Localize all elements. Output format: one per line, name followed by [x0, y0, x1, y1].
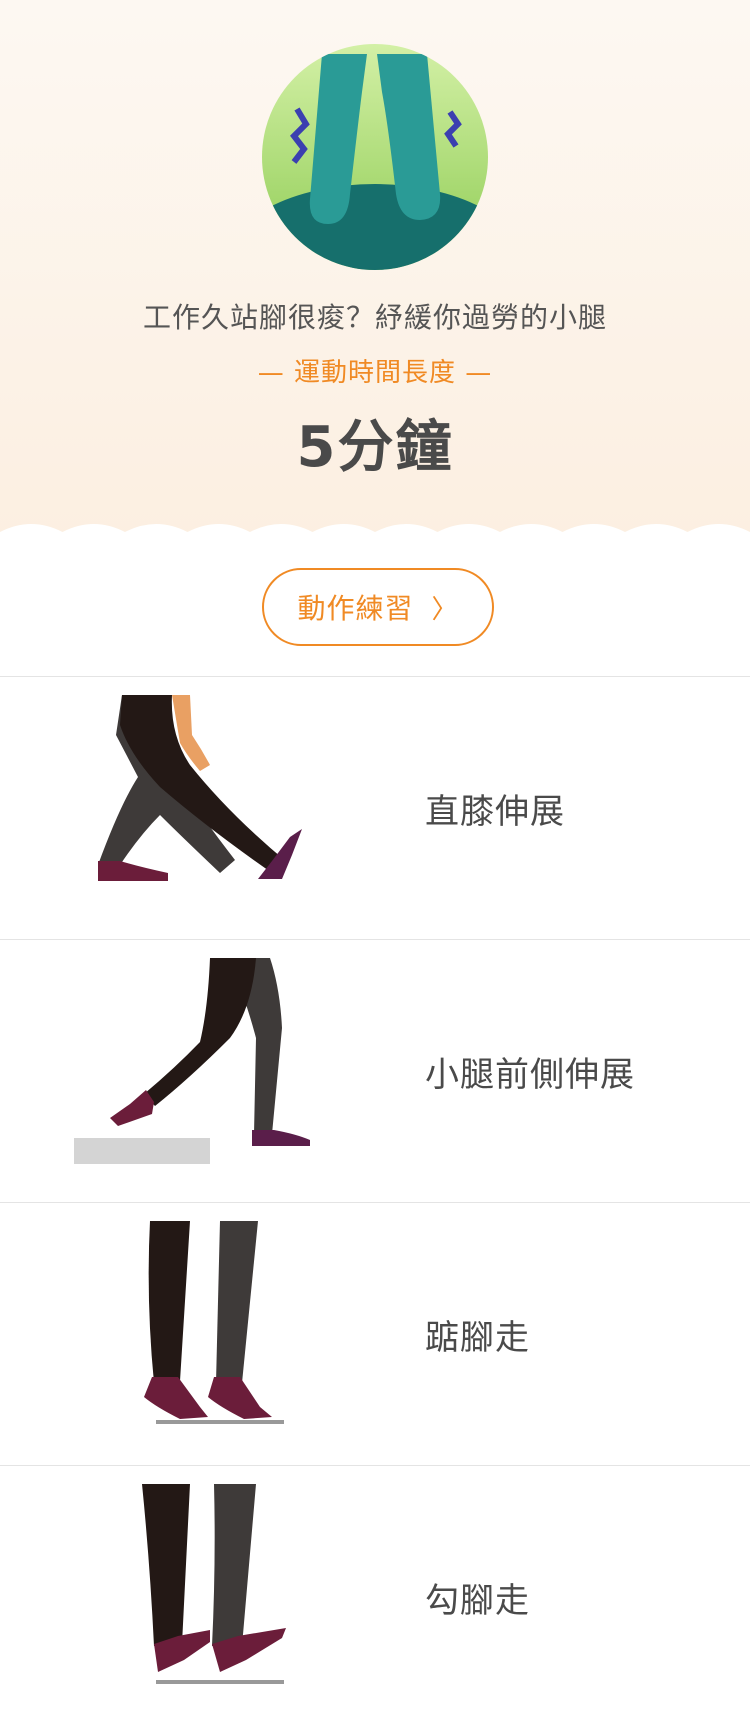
sore-calves-icon: [262, 44, 488, 270]
duration-label: — 運動時間長度 —: [257, 358, 493, 388]
straight-knee-stretch-illustration: [98, 695, 302, 881]
heel-walk-illustration: [142, 1484, 286, 1684]
exercise-label: 直膝伸展: [425, 791, 565, 832]
practice-button-label: 動作練習: [297, 592, 414, 625]
duration-value: 5分鐘: [296, 415, 454, 480]
chevron-right-icon: 〉: [431, 594, 459, 625]
hero-section: 工作久站腳很痠？紓緩你過勞的小腿 — 運動時間長度 — 5分鐘: [0, 0, 750, 544]
front-calf-stretch-illustration: [74, 958, 310, 1164]
exercise-item-heel-walk[interactable]: 勾腳走: [0, 1466, 750, 1728]
exercise-item-straight-knee[interactable]: 直膝伸展: [0, 677, 750, 940]
tiptoe-walk-illustration: [144, 1221, 284, 1424]
cta-section: 動作練習 〉: [0, 540, 750, 676]
exercise-label: 小腿前側伸展: [425, 1054, 635, 1095]
exercise-item-tiptoe[interactable]: 踮腳走: [0, 1203, 750, 1466]
practice-button[interactable]: 動作練習 〉: [262, 568, 494, 646]
exercise-label: 踮腳走: [425, 1317, 530, 1358]
hero-subtitle: 工作久站腳很痠？紓緩你過勞的小腿: [142, 301, 607, 334]
exercise-label: 勾腳走: [425, 1580, 530, 1621]
exercise-item-front-calf[interactable]: 小腿前側伸展: [0, 940, 750, 1203]
